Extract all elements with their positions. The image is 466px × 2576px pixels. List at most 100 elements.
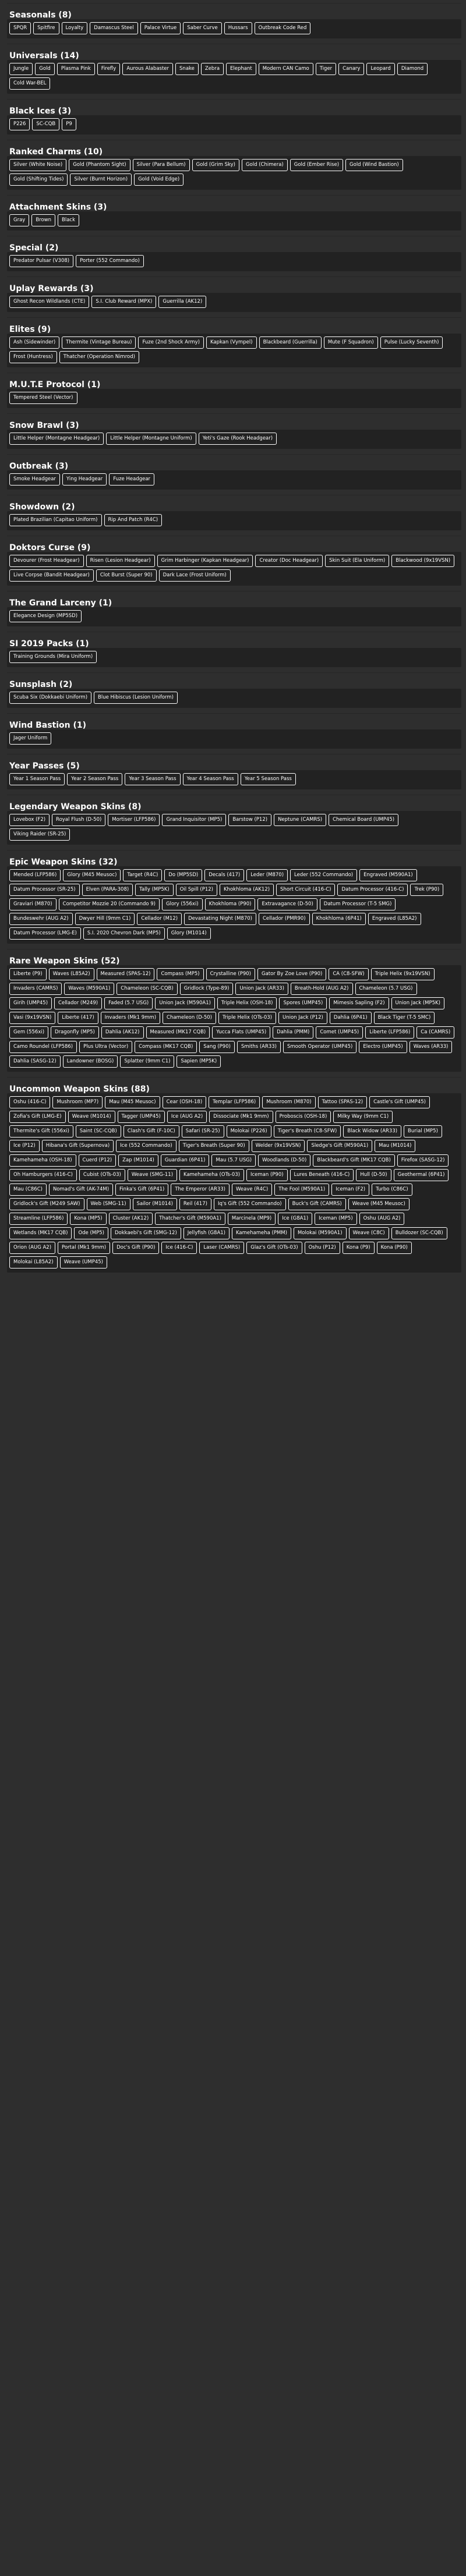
skin-tag[interactable]: Spitfire <box>33 22 59 34</box>
skin-tag[interactable]: Triple Helix (OSH-18) <box>217 997 277 1009</box>
skin-tag[interactable]: Firefox (SASG-12) <box>397 1154 449 1167</box>
skin-tag[interactable]: Gold (Wind Bastion) <box>345 159 403 171</box>
skin-tag[interactable]: Streamline (LFP586) <box>9 1213 68 1225</box>
skin-tag[interactable]: Nomad's Gift (AK-74M) <box>48 1184 114 1196</box>
skin-tag[interactable]: Ode (MP5) <box>74 1227 108 1239</box>
skin-tag[interactable]: Web (SMG-11) <box>86 1198 130 1210</box>
skin-tag[interactable]: Smiths (AR33) <box>236 1041 281 1053</box>
skin-tag[interactable]: Union Jack (P12) <box>278 1012 327 1024</box>
skin-tag[interactable]: Molokai (L85A2) <box>9 1256 58 1268</box>
skin-tag[interactable]: Weave (M1014) <box>68 1111 115 1123</box>
skin-tag[interactable]: Gold (Shifting Tides) <box>9 173 68 186</box>
skin-tag[interactable]: Oil Spill (P12) <box>175 884 217 896</box>
skin-tag[interactable]: Tattoo (SPAS-12) <box>317 1096 368 1108</box>
skin-tag[interactable]: Little Helper (Montagne Uniform) <box>106 433 196 445</box>
skin-tag[interactable]: Blackbeard (Guerrilla) <box>259 336 322 349</box>
skin-tag[interactable]: Ice (AUG A2) <box>167 1111 207 1123</box>
skin-tag[interactable]: Zap (M1014) <box>118 1154 158 1167</box>
skin-tag[interactable]: Saber Curve <box>183 22 222 34</box>
skin-tag[interactable]: Dokkaebi's Gift (SMG-12) <box>111 1227 181 1239</box>
skin-tag[interactable]: Cellador (M12) <box>137 913 182 925</box>
skin-tag[interactable]: Leopard <box>366 63 395 75</box>
skin-tag[interactable]: Do (MP5SD) <box>164 869 203 881</box>
skin-tag[interactable]: Kamehameha (PMM) <box>231 1227 291 1239</box>
skin-tag[interactable]: Mushroom (M870) <box>262 1096 316 1108</box>
skin-tag[interactable]: Girih (UMP45) <box>9 997 52 1009</box>
skin-tag[interactable]: Neptune (CAMRS) <box>274 814 327 826</box>
skin-tag[interactable]: Glory (M1014) <box>167 927 211 940</box>
skin-tag[interactable]: Tally (MP5K) <box>135 884 174 896</box>
skin-tag[interactable]: Competitor Mozzie 20 (Commando 9) <box>58 898 160 910</box>
skin-tag[interactable]: Kona (P9) <box>342 1242 375 1254</box>
skin-tag[interactable]: Brown <box>31 214 56 226</box>
skin-tag[interactable]: Dwyer Hill (9mm C1) <box>75 913 135 925</box>
skin-tag[interactable]: Grand Inquisitor (MP5) <box>162 814 227 826</box>
skin-tag[interactable]: Canary <box>338 63 365 75</box>
skin-tag[interactable]: Camo Roundel (LFP586) <box>9 1041 77 1053</box>
skin-tag[interactable]: Measured (MK17 CQB) <box>146 1026 210 1039</box>
skin-tag[interactable]: Tagger (UMP45) <box>117 1111 165 1123</box>
skin-tag[interactable]: Measured (SPAS-12) <box>96 968 155 980</box>
skin-tag[interactable]: Year 2 Season Pass <box>67 773 123 785</box>
skin-tag[interactable]: Invaders (CAMRS) <box>9 983 62 995</box>
skin-tag[interactable]: Yeti's Gaze (Rook Headgear) <box>198 433 277 445</box>
skin-tag[interactable]: Elegance Design (MP5SD) <box>9 610 82 622</box>
skin-tag[interactable]: Electro (UMP45) <box>359 1041 407 1053</box>
skin-tag[interactable]: Kona (P90) <box>376 1242 412 1254</box>
skin-tag[interactable]: Damascus Steel <box>90 22 138 34</box>
skin-tag[interactable]: Blackbeard's Gift (MK17 CQB) <box>313 1154 395 1167</box>
skin-tag[interactable]: Iq's Gift (552 Commando) <box>213 1198 286 1210</box>
skin-tag[interactable]: Zebra <box>200 63 224 75</box>
skin-tag[interactable]: Weave (R4C) <box>232 1184 273 1196</box>
skin-tag[interactable]: Leder (M870) <box>246 869 288 881</box>
skin-tag[interactable]: Fuze (2nd Shock Army) <box>138 336 204 349</box>
skin-tag[interactable]: Splatter (9mm C1) <box>120 1055 175 1068</box>
skin-tag[interactable]: Guardian (6P41) <box>160 1154 210 1167</box>
skin-tag[interactable]: Tiger <box>315 63 337 75</box>
skin-tag[interactable]: Iceman (MP5) <box>315 1213 357 1225</box>
skin-tag[interactable]: Waves (M590A1) <box>64 983 115 995</box>
skin-tag[interactable]: Dahlia (AK12) <box>101 1026 144 1039</box>
skin-tag[interactable]: Jellyfish (G8A1) <box>183 1227 230 1239</box>
skin-tag[interactable]: Dahlia (SASG-12) <box>9 1055 61 1068</box>
skin-tag[interactable]: Iceman (P90) <box>246 1169 288 1181</box>
skin-tag[interactable]: Year 4 Season Pass <box>182 773 238 785</box>
skin-tag[interactable]: Gold (Phantom Sight) <box>69 159 130 171</box>
skin-tag[interactable]: Khokhloma (AK12) <box>219 884 274 896</box>
skin-tag[interactable]: S.I. 2020 Chevron Dark (MP5) <box>83 927 165 940</box>
skin-tag[interactable]: Grim Harbinger (Kapkan Headgear) <box>157 555 253 567</box>
skin-tag[interactable]: Waves (AR33) <box>409 1041 453 1053</box>
skin-tag[interactable]: Training Grounds (Mira Uniform) <box>9 651 97 663</box>
skin-tag[interactable]: Year 3 Season Pass <box>125 773 181 785</box>
skin-tag[interactable]: Cellador (PMR90) <box>258 913 310 925</box>
skin-tag[interactable]: Ice (552 Commando) <box>116 1140 176 1152</box>
skin-tag[interactable]: Iceman (F2) <box>331 1184 370 1196</box>
skin-tag[interactable]: Blue Hibiscus (Lesion Uniform) <box>94 692 178 704</box>
skin-tag[interactable]: Clot Burst (Super 90) <box>96 569 157 582</box>
skin-tag[interactable]: Sang (P90) <box>199 1041 235 1053</box>
skin-tag[interactable]: Devourer (Frost Headgear) <box>9 555 84 567</box>
skin-tag[interactable]: Mended (LFP586) <box>9 869 61 881</box>
skin-tag[interactable]: Datum Processor (416-C) <box>337 884 408 896</box>
skin-tag[interactable]: Thermite's Gift (556xi) <box>9 1125 73 1138</box>
skin-tag[interactable]: Ying Headgear <box>62 473 107 486</box>
skin-tag[interactable]: Pulse (Lucky Seventh) <box>380 336 443 349</box>
skin-tag[interactable]: Trek (P90) <box>410 884 444 896</box>
skin-tag[interactable]: Live Corpse (Bandit Headgear) <box>9 569 94 582</box>
skin-tag[interactable]: Khokhloma (6P41) <box>312 913 366 925</box>
skin-tag[interactable]: Dissociate (Mk1 9mm) <box>209 1111 273 1123</box>
skin-tag[interactable]: Mute (F Squadron) <box>323 336 378 349</box>
skin-tag[interactable]: Scuba Six (Dokkaebi Uniform) <box>9 692 92 704</box>
skin-tag[interactable]: Skin Suit (Ela Uniform) <box>325 555 390 567</box>
skin-tag[interactable]: The Emperor (AR33) <box>171 1184 230 1196</box>
skin-tag[interactable]: Chameleon (SC-CQB) <box>116 983 178 995</box>
skin-tag[interactable]: Graviari (M870) <box>9 898 57 910</box>
skin-tag[interactable]: Mortiser (LFP586) <box>108 814 160 826</box>
skin-tag[interactable]: Porter (552 Commando) <box>76 255 144 267</box>
skin-tag[interactable]: Mimesis Sapling (F2) <box>329 997 389 1009</box>
skin-tag[interactable]: Weave (M45 Meusoc) <box>348 1198 409 1210</box>
skin-tag[interactable]: Dahlia (6P41) <box>329 1012 372 1024</box>
skin-tag[interactable]: Mushroom (MP7) <box>52 1096 103 1108</box>
skin-tag[interactable]: Elephant <box>226 63 256 75</box>
skin-tag[interactable]: Loyalty <box>61 22 88 34</box>
